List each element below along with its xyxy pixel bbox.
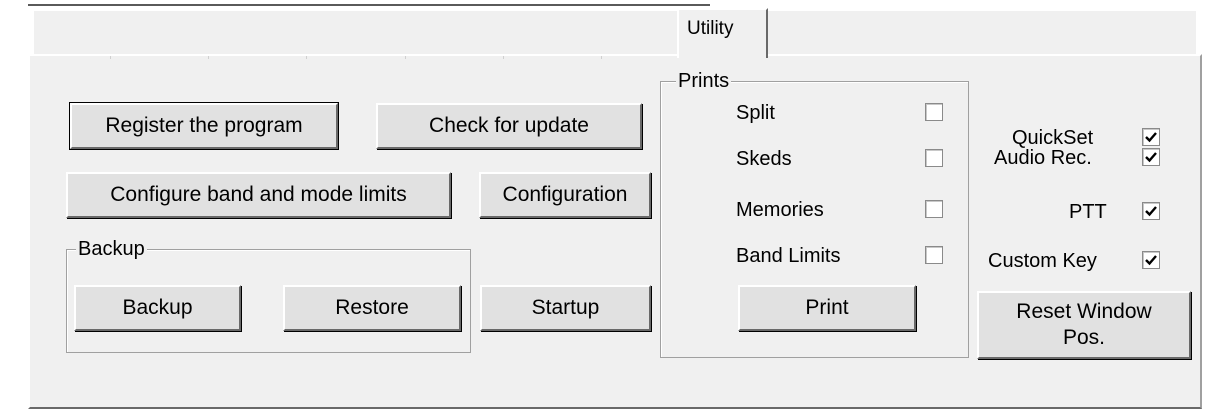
backup-group-legend: Backup <box>76 238 147 260</box>
audio-rec-checkbox[interactable] <box>1142 148 1160 166</box>
quickset-label: QuickSet <box>1012 127 1094 149</box>
tab-strip-tick <box>601 56 602 59</box>
tab-strip-tick <box>405 56 406 59</box>
tab-strip-tick <box>110 56 111 59</box>
custom-key-label: Custom Key <box>988 250 1097 272</box>
print-split-label: Split <box>736 102 775 124</box>
tab-strip-tick <box>306 56 307 59</box>
ptt-checkbox[interactable] <box>1142 202 1160 220</box>
backup-button[interactable]: Backup <box>74 285 241 331</box>
startup-button[interactable]: Startup <box>480 285 651 331</box>
window-top-edge <box>28 4 710 6</box>
configuration-button[interactable]: Configuration <box>479 172 651 218</box>
checkmark-icon <box>1145 152 1157 163</box>
custom-key-checkbox[interactable] <box>1142 251 1160 269</box>
tab-utility[interactable]: Utility <box>677 8 768 58</box>
checkmark-icon <box>1145 132 1157 143</box>
tab-strip <box>33 10 1196 54</box>
checkmark-icon <box>1145 206 1157 217</box>
print-skeds-checkbox[interactable] <box>925 149 943 167</box>
quickset-checkbox[interactable] <box>1142 128 1160 146</box>
audio-rec-label: Audio Rec. <box>994 147 1092 169</box>
tab-strip-tick <box>503 56 504 59</box>
register-program-button[interactable]: Register the program <box>69 102 339 150</box>
configure-band-mode-limits-button[interactable]: Configure band and mode limits <box>66 172 451 218</box>
ptt-label: PTT <box>1069 201 1107 223</box>
checkmark-icon <box>1145 255 1157 266</box>
print-button[interactable]: Print <box>738 285 916 331</box>
print-skeds-label: Skeds <box>736 148 792 170</box>
print-memories-label: Memories <box>736 199 824 221</box>
tab-utility-label: Utility <box>687 18 734 39</box>
tab-strip-tick <box>208 56 209 59</box>
reset-window-pos-button[interactable]: Reset Window Pos. <box>977 291 1191 359</box>
print-split-checkbox[interactable] <box>925 103 943 121</box>
prints-group-legend: Prints <box>676 70 732 92</box>
print-band-limits-checkbox[interactable] <box>925 246 943 264</box>
check-for-update-button[interactable]: Check for update <box>376 103 642 149</box>
restore-button[interactable]: Restore <box>283 285 461 331</box>
print-band-limits-label: Band Limits <box>736 245 841 267</box>
print-memories-checkbox[interactable] <box>925 200 943 218</box>
